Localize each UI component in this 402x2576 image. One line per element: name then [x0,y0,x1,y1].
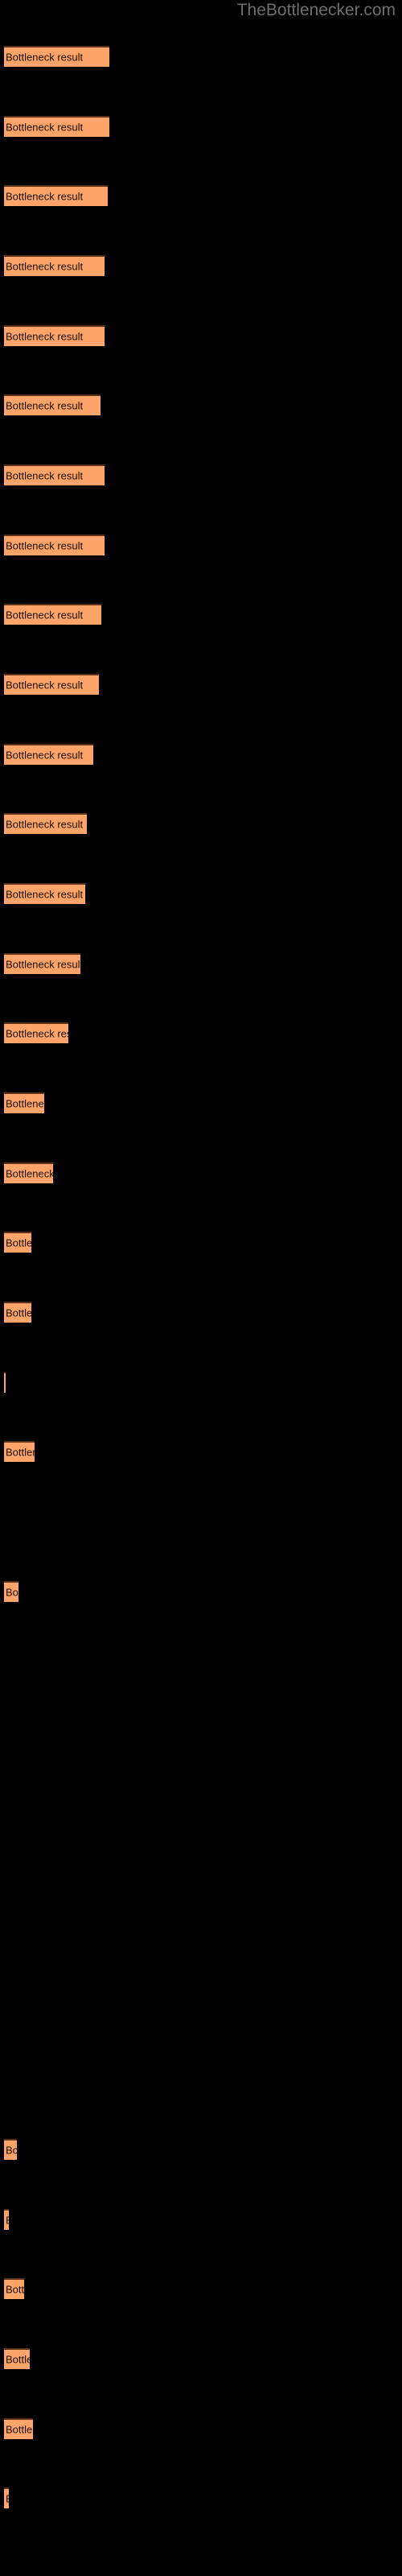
bar-label: Bottleneck result [6,121,84,134]
bar-label: Bottleneck result [6,609,84,621]
bar-21[interactable]: Bottleneck result [4,1441,35,1462]
bar-label: Bottleneck result [6,1446,35,1459]
bar-3[interactable]: Bottleneck result [4,185,108,206]
bar-7[interactable]: Bottleneck result [4,464,105,485]
bar-label: Bottleneck result [6,679,84,691]
bar-label: Bottleneck result [6,51,84,64]
bar-label: Bottleneck result [6,1097,44,1110]
bar-13[interactable]: Bottleneck result [4,883,85,904]
bar-36[interactable]: Bottleneck result [4,2487,9,2508]
bar-label: Bottleneck result [6,1307,31,1319]
bar-32[interactable]: Bottleneck result [4,2209,9,2230]
bar-9[interactable]: Bottleneck result [4,604,101,625]
bar-label: Bottleneck result [6,2353,30,2366]
bar-2[interactable]: Bottleneck result [4,116,109,137]
bar-label: Bottleneck result [6,1586,18,1599]
bar-19[interactable]: Bottleneck result [4,1302,31,1323]
bar-20[interactable]: Bottleneck result [4,1372,6,1393]
bar-31[interactable]: Bottleneck result [4,2139,17,2160]
bar-label: Bottleneck result [6,469,84,482]
bar-label: Bottleneck result [6,539,84,552]
bar-14[interactable]: Bottleneck result [4,953,80,974]
bar-label: Bottleneck result [6,260,84,273]
bar-label: Bottleneck result [6,190,84,203]
bar-10[interactable]: Bottleneck result [4,674,99,695]
bar-34[interactable]: Bottleneck result [4,2348,30,2369]
bar-label: Bottleneck result [6,1236,31,1249]
bar-label: Bottleneck result [6,2215,9,2227]
bar-label: Bottleneck result [6,818,84,831]
bar-label: Bottleneck result [6,1027,68,1040]
bar-label: Bottleneck result [6,330,84,343]
bar-label: Bottleneck result [6,399,84,412]
bar-label: Bottleneck result [6,2423,33,2436]
bar-6[interactable]: Bottleneck result [4,394,100,415]
bar-4[interactable]: Bottleneck result [4,255,105,276]
bar-23[interactable]: Bottleneck result [4,1581,18,1602]
bar-label: Bottleneck result [6,2493,9,2505]
bar-35[interactable]: Bottleneck result [4,2418,33,2439]
bar-1[interactable]: Bottleneck result [4,46,109,67]
bar-12[interactable]: Bottleneck result [4,813,87,834]
bar-11[interactable]: Bottleneck result [4,744,93,765]
bar-15[interactable]: Bottleneck result [4,1022,68,1043]
bar-33[interactable]: Bottleneck result [4,2278,24,2299]
bar-18[interactable]: Bottleneck result [4,1232,31,1253]
bar-label: Bottleneck result [6,1167,53,1180]
bottleneck-bar-chart: Bottleneck result Bottleneck result Bottle… [0,0,402,2576]
bar-label: Bottleneck result [6,888,84,901]
bar-label: Bottleneck result [6,2283,24,2296]
bar-17[interactable]: Bottleneck result [4,1162,53,1183]
bar-8[interactable]: Bottleneck result [4,535,105,555]
bar-label: Bottleneck result [6,958,80,971]
bar-label: Bottleneck result [6,749,84,762]
bar-5[interactable]: Bottleneck result [4,325,105,346]
bar-16[interactable]: Bottleneck result [4,1092,44,1113]
bar-label: Bottleneck result [6,2144,17,2157]
